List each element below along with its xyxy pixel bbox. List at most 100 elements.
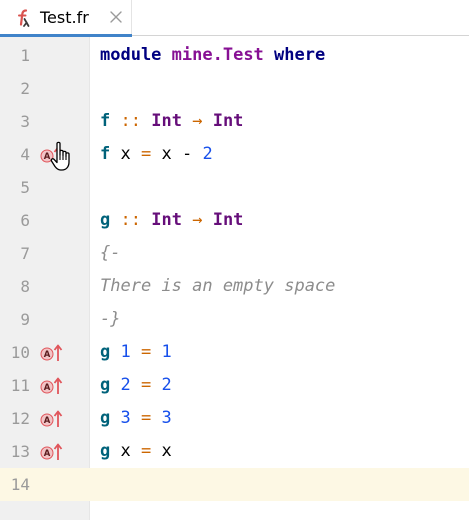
- gutter-cell[interactable]: 14: [0, 468, 90, 501]
- code-line[interactable]: 5: [0, 171, 469, 204]
- code-text[interactable]: g x = x: [100, 435, 172, 468]
- gutter-cell[interactable]: 9: [0, 303, 90, 336]
- code-line[interactable]: 7 {-: [0, 237, 469, 270]
- code-line[interactable]: 9 -}: [0, 303, 469, 336]
- editor-tab-bar: Test.fr: [0, 0, 469, 37]
- gutter-cell[interactable]: 10 A: [0, 336, 90, 369]
- code-token: g: [100, 441, 111, 461]
- line-number: 13: [10, 442, 30, 461]
- code-token: 1: [120, 342, 131, 362]
- code-line[interactable]: 14: [0, 468, 469, 501]
- code-token: f: [100, 144, 111, 164]
- code-token: g: [100, 408, 111, 428]
- gutter-cell[interactable]: 12 A: [0, 402, 90, 435]
- code-line[interactable]: 8 There is an empty space: [0, 270, 469, 303]
- code-text[interactable]: g 3 = 3: [100, 402, 172, 435]
- line-number: 11: [10, 376, 30, 395]
- line-number: 8: [20, 277, 30, 296]
- code-token: 2: [120, 375, 131, 395]
- code-token: -: [182, 144, 193, 164]
- implements-annotation-icon[interactable]: A: [40, 410, 64, 428]
- gutter-cell[interactable]: 2: [0, 72, 90, 105]
- gutter-cell[interactable]: 13 A: [0, 435, 90, 468]
- code-line[interactable]: 6 g :: Int → Int: [0, 204, 469, 237]
- code-text[interactable]: There is an empty space: [100, 270, 335, 303]
- svg-text:A: A: [44, 350, 51, 360]
- code-text[interactable]: g :: Int → Int: [100, 204, 243, 237]
- code-token: 1: [161, 342, 172, 362]
- code-line[interactable]: 11 Ag 2 = 2: [0, 369, 469, 402]
- code-token: ::: [120, 111, 141, 131]
- implements-annotation-icon[interactable]: A: [40, 377, 64, 395]
- code-token: Int: [212, 210, 244, 230]
- code-token: x: [161, 144, 172, 164]
- code-token: 3: [120, 408, 131, 428]
- tab-title: Test.fr: [40, 8, 89, 27]
- code-token: →: [192, 210, 203, 230]
- code-token: -}: [100, 309, 121, 329]
- line-number: 14: [10, 475, 30, 494]
- gutter-cell[interactable]: 11 A: [0, 369, 90, 402]
- code-line[interactable]: 3 f :: Int → Int: [0, 105, 469, 138]
- line-number: 12: [10, 409, 30, 428]
- close-icon[interactable]: [109, 10, 123, 24]
- code-token: x: [120, 441, 131, 461]
- code-line[interactable]: 10 Ag 1 = 1: [0, 336, 469, 369]
- code-token: →: [192, 111, 203, 131]
- gutter-cell[interactable]: 5: [0, 171, 90, 204]
- line-number: 6: [20, 211, 30, 230]
- code-line[interactable]: 2: [0, 72, 469, 105]
- code-token: Int: [212, 111, 244, 131]
- implements-annotation-icon[interactable]: A: [40, 443, 64, 461]
- code-token: mine.Test: [171, 45, 264, 65]
- code-token: =: [141, 441, 152, 461]
- code-text[interactable]: f x = x - 2: [100, 138, 213, 171]
- hand-pointer-icon: [50, 141, 70, 171]
- code-token: There is an empty space: [100, 276, 336, 296]
- code-text[interactable]: -}: [100, 303, 120, 336]
- line-number: 1: [20, 46, 30, 65]
- code-text[interactable]: {-: [100, 237, 120, 270]
- code-text[interactable]: f :: Int → Int: [100, 105, 243, 138]
- code-token: f: [100, 111, 111, 131]
- code-token: where: [274, 45, 326, 65]
- gutter-cell[interactable]: 7: [0, 237, 90, 270]
- code-editor[interactable]: 1 module mine.Test where 2 3 f :: Int → Int 4…: [0, 37, 469, 520]
- code-line[interactable]: 12 Ag 3 = 3: [0, 402, 469, 435]
- code-line[interactable]: 1 module mine.Test where: [0, 39, 469, 72]
- implements-annotation-icon[interactable]: A: [40, 344, 64, 362]
- code-text[interactable]: module mine.Test where: [100, 39, 325, 72]
- code-text[interactable]: g 2 = 2: [100, 369, 172, 402]
- code-text[interactable]: g 1 = 1: [100, 336, 172, 369]
- line-number: 5: [20, 178, 30, 197]
- gutter-cell[interactable]: 6: [0, 204, 90, 237]
- gutter-cell[interactable]: 8: [0, 270, 90, 303]
- tab-test-fr[interactable]: Test.fr: [0, 0, 132, 37]
- gutter-cell[interactable]: 3: [0, 105, 90, 138]
- code-token: =: [141, 408, 152, 428]
- code-token: 3: [161, 408, 172, 428]
- gutter-cell[interactable]: 4A: [0, 138, 90, 171]
- gutter-cell[interactable]: 1: [0, 39, 90, 72]
- code-line[interactable]: 13 Ag x = x: [0, 435, 469, 468]
- line-number: 9: [20, 310, 30, 329]
- frege-file-icon: [18, 9, 30, 27]
- line-number: 10: [10, 343, 30, 362]
